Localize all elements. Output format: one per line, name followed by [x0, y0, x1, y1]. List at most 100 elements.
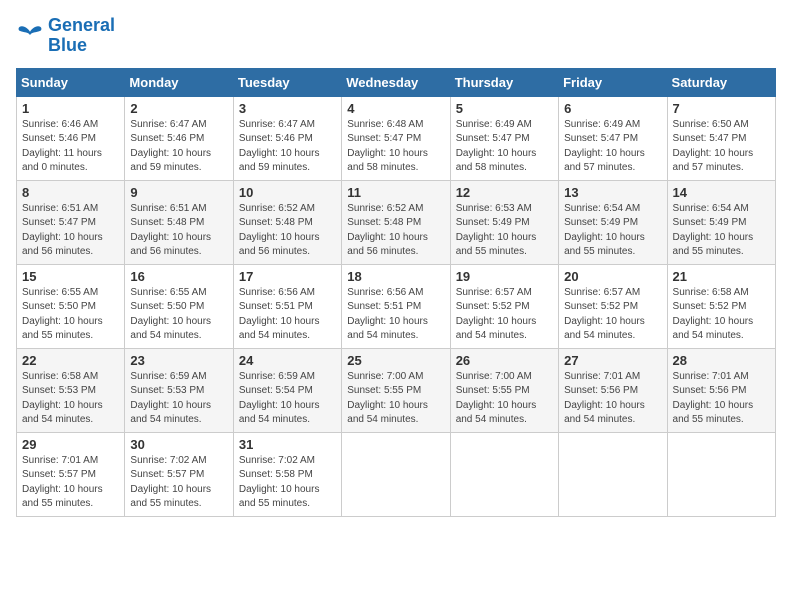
- calendar-body: 1Sunrise: 6:46 AMSunset: 5:46 PMDaylight…: [17, 96, 776, 516]
- weekday-header: Sunday: [17, 68, 125, 96]
- calendar-cell: 8 Sunrise: 6:51 AMSunset: 5:47 PMDaylight…: [17, 180, 125, 264]
- weekday-header: Thursday: [450, 68, 558, 96]
- calendar-cell: 30Sunrise: 7:02 AMSunset: 5:57 PMDayligh…: [125, 432, 233, 516]
- calendar-cell: 16 Sunrise: 6:55 AMSunset: 5:50 PMDayligh…: [125, 264, 233, 348]
- calendar-cell: 15 Sunrise: 6:55 AMSunset: 5:50 PMDayligh…: [17, 264, 125, 348]
- day-info: Sunrise: 6:56 AMSunset: 5:51 PMDaylight:…: [239, 286, 336, 344]
- day-info: Sunrise: 6:54 AMSunset: 5:49 PMDaylight:…: [564, 202, 661, 260]
- day-number: 31: [239, 437, 336, 452]
- day-number: 25: [347, 353, 444, 368]
- day-number: 7: [673, 101, 770, 116]
- calendar-cell: 24Sunrise: 6:59 AMSunset: 5:54 PMDayligh…: [233, 348, 341, 432]
- day-info: Sunrise: 6:49 AMSunset: 5:47 PMDaylight:…: [456, 118, 553, 176]
- day-info: Sunrise: 6:55 AMSunset: 5:50 PMDaylight:…: [130, 286, 227, 344]
- calendar-week-row: 22Sunrise: 6:58 AMSunset: 5:53 PMDayligh…: [17, 348, 776, 432]
- calendar-cell: [559, 432, 667, 516]
- weekday-header: Tuesday: [233, 68, 341, 96]
- day-info: Sunrise: 6:59 AMSunset: 5:53 PMDaylight:…: [130, 370, 227, 428]
- day-info: Sunrise: 6:54 AMSunset: 5:49 PMDaylight:…: [673, 202, 770, 260]
- calendar-cell: 26 Sunrise: 7:00 AMSunset: 5:55 PMDayligh…: [450, 348, 558, 432]
- day-number: 1: [22, 101, 119, 116]
- day-number: 27: [564, 353, 661, 368]
- page-header: General Blue: [16, 16, 776, 56]
- calendar-cell: 25Sunrise: 7:00 AMSunset: 5:55 PMDayligh…: [342, 348, 450, 432]
- day-number: 29: [22, 437, 119, 452]
- logo: General Blue: [16, 16, 115, 56]
- day-info: Sunrise: 7:02 AMSunset: 5:58 PMDaylight:…: [239, 454, 336, 512]
- day-info: Sunrise: 6:51 AMSunset: 5:48 PMDaylight:…: [130, 202, 227, 260]
- day-number: 3: [239, 101, 336, 116]
- day-number: 26: [456, 353, 553, 368]
- day-number: 10: [239, 185, 336, 200]
- day-info: Sunrise: 6:49 AMSunset: 5:47 PMDaylight:…: [564, 118, 661, 176]
- day-info: Sunrise: 6:52 AMSunset: 5:48 PMDaylight:…: [239, 202, 336, 260]
- calendar-cell: 13 Sunrise: 6:54 AMSunset: 5:49 PMDayligh…: [559, 180, 667, 264]
- calendar-cell: 6 Sunrise: 6:49 AMSunset: 5:47 PMDaylight…: [559, 96, 667, 180]
- calendar-cell: 28 Sunrise: 7:01 AMSunset: 5:56 PMDayligh…: [667, 348, 775, 432]
- calendar-cell: 21 Sunrise: 6:58 AMSunset: 5:52 PMDayligh…: [667, 264, 775, 348]
- calendar-cell: 4Sunrise: 6:48 AMSunset: 5:47 PMDaylight…: [342, 96, 450, 180]
- day-info: Sunrise: 6:47 AMSunset: 5:46 PMDaylight:…: [130, 118, 227, 176]
- calendar-cell: 14Sunrise: 6:54 AMSunset: 5:49 PMDayligh…: [667, 180, 775, 264]
- calendar-cell: [450, 432, 558, 516]
- calendar-table: SundayMondayTuesdayWednesdayThursdayFrid…: [16, 68, 776, 517]
- day-info: Sunrise: 7:01 AMSunset: 5:57 PMDaylight:…: [22, 454, 119, 512]
- day-number: 9: [130, 185, 227, 200]
- day-number: 13: [564, 185, 661, 200]
- weekday-header: Monday: [125, 68, 233, 96]
- calendar-cell: 10 Sunrise: 6:52 AMSunset: 5:48 PMDayligh…: [233, 180, 341, 264]
- day-number: 12: [456, 185, 553, 200]
- calendar-week-row: 29 Sunrise: 7:01 AMSunset: 5:57 PMDayligh…: [17, 432, 776, 516]
- day-info: Sunrise: 6:56 AMSunset: 5:51 PMDaylight:…: [347, 286, 444, 344]
- day-number: 17: [239, 269, 336, 284]
- day-number: 21: [673, 269, 770, 284]
- calendar-cell: 17 Sunrise: 6:56 AMSunset: 5:51 PMDayligh…: [233, 264, 341, 348]
- calendar-cell: 20Sunrise: 6:57 AMSunset: 5:52 PMDayligh…: [559, 264, 667, 348]
- day-number: 8: [22, 185, 119, 200]
- weekday-header: Wednesday: [342, 68, 450, 96]
- calendar-cell: 23 Sunrise: 6:59 AMSunset: 5:53 PMDayligh…: [125, 348, 233, 432]
- day-number: 19: [456, 269, 553, 284]
- calendar-cell: 5Sunrise: 6:49 AMSunset: 5:47 PMDaylight…: [450, 96, 558, 180]
- day-info: Sunrise: 6:58 AMSunset: 5:52 PMDaylight:…: [673, 286, 770, 344]
- logo-text: General Blue: [48, 16, 115, 56]
- day-info: Sunrise: 6:59 AMSunset: 5:54 PMDaylight:…: [239, 370, 336, 428]
- day-number: 23: [130, 353, 227, 368]
- calendar-cell: 29 Sunrise: 7:01 AMSunset: 5:57 PMDayligh…: [17, 432, 125, 516]
- calendar-cell: 3 Sunrise: 6:47 AMSunset: 5:46 PMDaylight…: [233, 96, 341, 180]
- day-number: 18: [347, 269, 444, 284]
- weekday-header: Friday: [559, 68, 667, 96]
- day-number: 28: [673, 353, 770, 368]
- day-info: Sunrise: 7:01 AMSunset: 5:56 PMDaylight:…: [673, 370, 770, 428]
- calendar-cell: 7 Sunrise: 6:50 AMSunset: 5:47 PMDaylight…: [667, 96, 775, 180]
- calendar-cell: 2Sunrise: 6:47 AMSunset: 5:46 PMDaylight…: [125, 96, 233, 180]
- day-number: 16: [130, 269, 227, 284]
- calendar-cell: [667, 432, 775, 516]
- day-info: Sunrise: 7:01 AMSunset: 5:56 PMDaylight:…: [564, 370, 661, 428]
- day-info: Sunrise: 6:57 AMSunset: 5:52 PMDaylight:…: [564, 286, 661, 344]
- calendar-week-row: 1Sunrise: 6:46 AMSunset: 5:46 PMDaylight…: [17, 96, 776, 180]
- day-number: 11: [347, 185, 444, 200]
- day-number: 6: [564, 101, 661, 116]
- day-info: Sunrise: 7:00 AMSunset: 5:55 PMDaylight:…: [456, 370, 553, 428]
- calendar-cell: 27 Sunrise: 7:01 AMSunset: 5:56 PMDayligh…: [559, 348, 667, 432]
- calendar-cell: [342, 432, 450, 516]
- day-info: Sunrise: 7:02 AMSunset: 5:57 PMDaylight:…: [130, 454, 227, 512]
- day-number: 22: [22, 353, 119, 368]
- calendar-cell: 9 Sunrise: 6:51 AMSunset: 5:48 PMDaylight…: [125, 180, 233, 264]
- day-info: Sunrise: 6:52 AMSunset: 5:48 PMDaylight:…: [347, 202, 444, 260]
- calendar-cell: 31 Sunrise: 7:02 AMSunset: 5:58 PMDayligh…: [233, 432, 341, 516]
- day-info: Sunrise: 6:50 AMSunset: 5:47 PMDaylight:…: [673, 118, 770, 176]
- calendar-cell: 12Sunrise: 6:53 AMSunset: 5:49 PMDayligh…: [450, 180, 558, 264]
- day-info: Sunrise: 6:57 AMSunset: 5:52 PMDaylight:…: [456, 286, 553, 344]
- day-info: Sunrise: 6:55 AMSunset: 5:50 PMDaylight:…: [22, 286, 119, 344]
- day-number: 4: [347, 101, 444, 116]
- calendar-cell: 1Sunrise: 6:46 AMSunset: 5:46 PMDaylight…: [17, 96, 125, 180]
- day-info: Sunrise: 6:51 AMSunset: 5:47 PMDaylight:…: [22, 202, 119, 260]
- calendar-cell: 22Sunrise: 6:58 AMSunset: 5:53 PMDayligh…: [17, 348, 125, 432]
- calendar-header-row: SundayMondayTuesdayWednesdayThursdayFrid…: [17, 68, 776, 96]
- day-number: 15: [22, 269, 119, 284]
- calendar-cell: 18 Sunrise: 6:56 AMSunset: 5:51 PMDayligh…: [342, 264, 450, 348]
- day-info: Sunrise: 6:47 AMSunset: 5:46 PMDaylight:…: [239, 118, 336, 176]
- calendar-cell: 19 Sunrise: 6:57 AMSunset: 5:52 PMDayligh…: [450, 264, 558, 348]
